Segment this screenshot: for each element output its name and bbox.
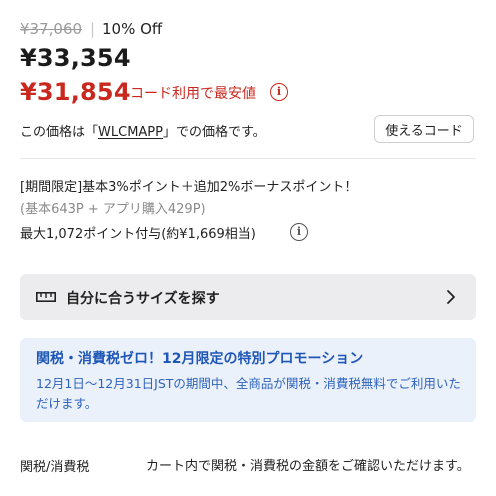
duties-label: 関税/消費税 xyxy=(20,460,90,475)
points-info-icon[interactable]: i xyxy=(290,223,308,241)
current-price: ¥33,354 xyxy=(20,44,131,72)
price-separator: | xyxy=(90,20,96,38)
original-price: ¥37,060 xyxy=(20,20,83,38)
duties-description: カート内で関税・消費税の金額をご確認いただけます。 xyxy=(146,459,470,474)
coupon-code[interactable]: WLCMAPP xyxy=(98,125,163,140)
points-breakdown: (基本643P + アプリ購入429P) xyxy=(20,202,206,217)
promotion-title: 関税・消費税ゼロ！12月限定の特別プロモーション xyxy=(36,351,364,367)
coupon-code-note: この価格は「WLCMAPP」での価格です。 xyxy=(20,121,266,140)
promotion-banner: 関税・消費税ゼロ！12月限定の特別プロモーション 12月1日〜12月31日JST… xyxy=(20,338,476,422)
find-size-label: 自分に合うサイズを探す xyxy=(66,291,220,307)
points-promo-text: [期間限定]基本3%ポイント＋追加2%ボーナスポイント！ xyxy=(20,180,358,195)
discount-label: 10% Off xyxy=(102,20,163,38)
ruler-icon xyxy=(36,292,56,302)
code-prefix: この価格は「 xyxy=(20,125,99,140)
coupon-price: ¥31,854 xyxy=(20,78,131,106)
chevron-right-icon xyxy=(447,290,455,304)
available-codes-button[interactable]: 使えるコード xyxy=(374,115,474,143)
code-suffix: 」での価格です。 xyxy=(162,125,266,140)
points-total: 最大1,072ポイント付与(約¥1,669相当) xyxy=(20,227,256,242)
info-icon[interactable]: i xyxy=(270,83,288,101)
promotion-body: 12月1日〜12月31日JSTの期間中、全商品が関税・消費税無料でご利用いただけ… xyxy=(36,376,461,411)
find-size-button[interactable]: 自分に合うサイズを探す xyxy=(20,274,476,320)
coupon-note: コード利用で最安値 xyxy=(130,86,256,102)
divider xyxy=(20,158,476,159)
